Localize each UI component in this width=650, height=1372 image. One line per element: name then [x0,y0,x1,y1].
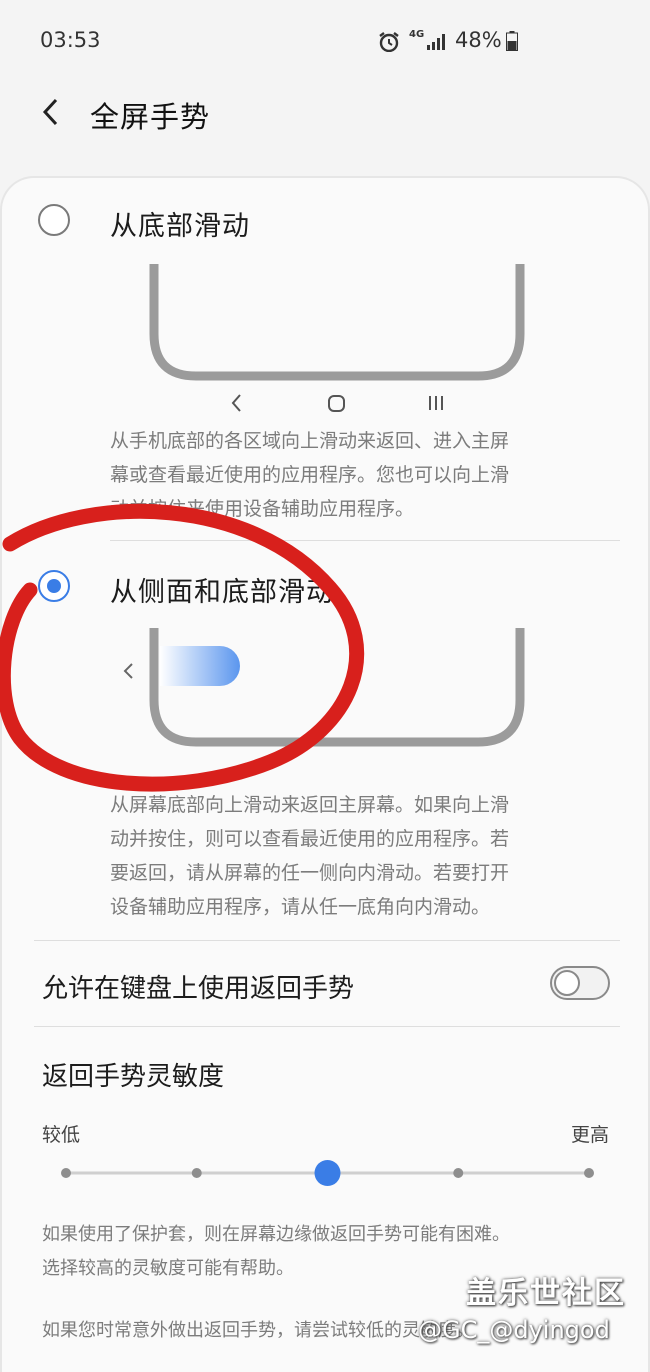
sensitivity-slider[interactable] [60,1158,595,1188]
watermark-title: 盖乐世社区 [466,1276,626,1311]
option-label-swipe-bottom[interactable]: 从底部滑动 [110,204,250,243]
description-line: 从手机底部的各区域向上滑动来返回、进入主屏 [110,430,510,452]
alarm-icon [379,32,399,52]
radio-swipe-bottom[interactable] [38,204,70,236]
swipe-back-icon [123,663,133,679]
phone-illustration-bottom [149,264,525,381]
keyboard-gesture-toggle[interactable] [550,966,610,1000]
slider-step[interactable] [584,1168,594,1178]
slider-step[interactable] [453,1168,464,1178]
divider [34,940,620,941]
back-icon [231,394,241,412]
description-line: 设备辅助应用程序，请从任一底角向内滑动。 [110,896,491,918]
home-icon [328,395,345,412]
option-description-swipe-side-bottom: 从屏幕底部向上滑动来返回主屏幕。如果向上滑 动并按住，则可以查看最近使用的应用程… [110,788,509,924]
screen: 03:53 4G 48% 全屏手势 从底部滑动 从手机底部的各区域向上滑动来返回… [0,0,650,1372]
slider-thumb[interactable] [314,1160,341,1186]
settings-card: 从底部滑动 从手机底部的各区域向上滑动来返回、进入主屏 幕或查看最近使用的应用程… [0,176,650,1372]
option-description-swipe-bottom: 从手机底部的各区域向上滑动来返回、进入主屏 幕或查看最近使用的应用程序。您也可以… [110,424,509,526]
page-title: 全屏手势 [90,100,211,134]
note-line: 如果使用了保护套，则在屏幕边缘做返回手势可能有困难。 [42,1224,510,1245]
note-line: 如果您时常意外做出返回手势，请尝试较低的灵敏度。 [42,1320,474,1341]
battery-percent: 48% [455,28,502,52]
description-line: 动并按住，则可以查看最近使用的应用程序。若 [110,828,510,850]
sensitivity-high-label: 更高 [571,1124,610,1146]
phone-illustration-side-bottom [149,628,525,747]
status-bar: 03:53 4G 48% [0,0,650,82]
slider-step[interactable] [191,1168,202,1178]
description-line: 从屏幕底部向上滑动来返回主屏幕。如果向上滑 [110,794,510,816]
recents-icon [429,396,443,410]
keyboard-gesture-label[interactable]: 允许在键盘上使用返回手势 [42,968,354,1005]
case-note: 如果使用了保护套，则在屏幕边缘做返回手势可能有困难。 选择较高的灵敏度可能有帮助… [42,1218,510,1286]
signal-icon [427,34,445,50]
watermark-handle: @GC_@dyingod [418,1316,610,1344]
network-4g-icon: 4G [409,29,425,40]
chevron-left-icon[interactable] [34,94,70,130]
slider-step[interactable] [61,1168,71,1178]
option-label-swipe-side-bottom[interactable]: 从侧面和底部滑动 [110,570,334,609]
battery-icon [506,31,518,51]
divider [110,540,620,541]
sensitivity-title: 返回手势灵敏度 [42,1062,225,1092]
divider [34,1026,620,1027]
note-line: 选择较高的灵敏度可能有帮助。 [42,1258,294,1279]
description-line: 要返回，请从屏幕的任一侧向内滑动。若要打开 [110,862,510,884]
toggle-knob [554,970,580,996]
accidental-note: 如果您时常意外做出返回手势，请尝试较低的灵敏度。 [42,1314,474,1348]
status-time: 03:53 [40,28,101,52]
description-line: 幕或查看最近使用的应用程序。您也可以向上滑 [110,464,510,486]
app-header: 全屏手势 [0,82,650,152]
description-line: 动并按住来使用设备辅助应用程序。 [110,498,415,520]
sensitivity-low-label: 较低 [42,1124,81,1146]
radio-swipe-side-bottom[interactable] [38,570,70,602]
